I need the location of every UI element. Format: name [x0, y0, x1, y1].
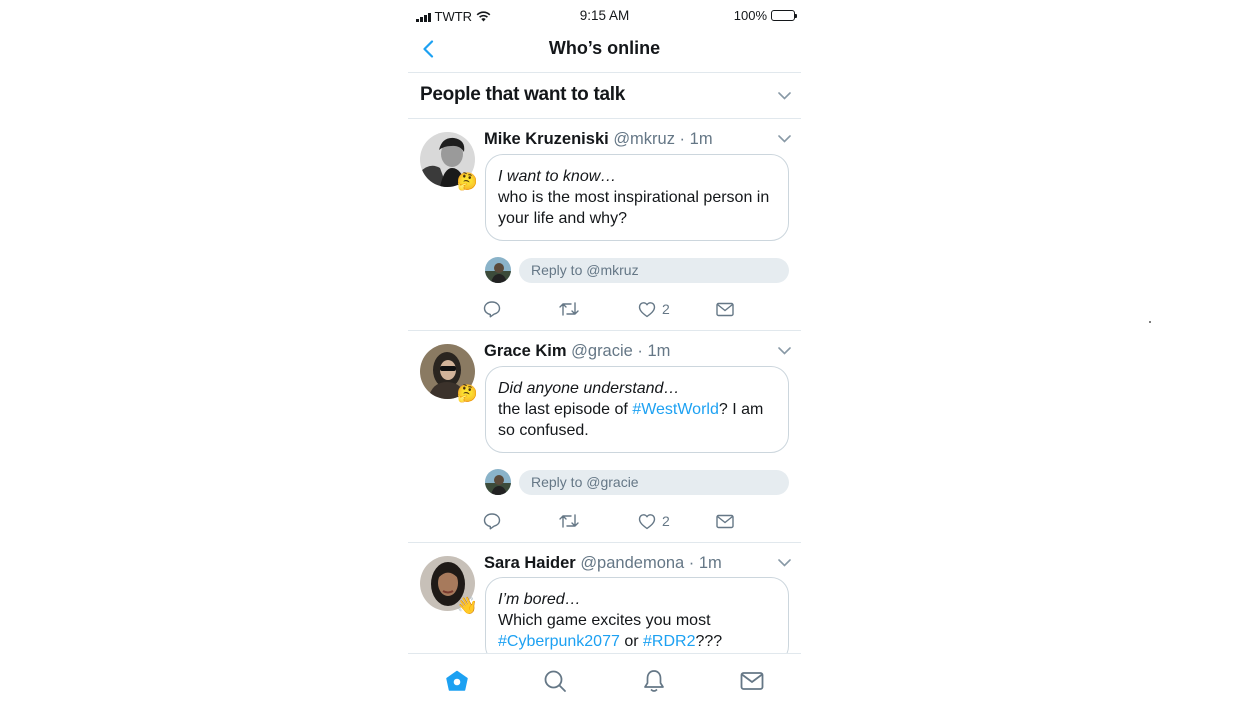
author-meta: @gracie · 1m	[571, 342, 671, 360]
like-count: 2	[662, 301, 670, 317]
chevron-down-icon	[777, 347, 791, 355]
prompt-bubble: I want to know… who is the most inspirat…	[485, 154, 789, 241]
prompt-bubble: Did anyone understand… the last episode …	[485, 366, 789, 453]
text-run: the last episode of	[498, 401, 633, 418]
retweet-icon	[559, 302, 579, 316]
chevron-down-icon	[777, 135, 791, 143]
tweet-menu[interactable]	[777, 344, 791, 358]
my-avatar	[485, 257, 511, 283]
nav-header: Who’s online	[408, 32, 801, 73]
heart-icon	[638, 513, 656, 529]
tab-messages[interactable]	[739, 668, 765, 694]
reply-button[interactable]	[483, 298, 501, 320]
avatar[interactable]: 👋	[420, 556, 478, 615]
author-meta: @pandemona · 1m	[580, 554, 722, 572]
text-run: who is the most inspirational person in …	[498, 189, 770, 227]
envelope-icon	[716, 302, 734, 316]
like-button[interactable]: 2	[638, 510, 670, 532]
reply-input[interactable]: Reply to @mkruz	[519, 258, 789, 283]
section-title: People that want to talk	[420, 84, 625, 105]
tweet-header: Sara Haider @pandemona · 1m	[484, 554, 722, 573]
page-title: Who’s online	[548, 38, 661, 58]
tweet-card[interactable]: 🤔 Mike Kruzeniski @mkruz · 1m I want to …	[408, 119, 801, 331]
author-name[interactable]: Grace Kim	[484, 342, 567, 360]
tweet-menu[interactable]	[777, 556, 791, 570]
status-bar: TWTR 9:15 AM 100%	[408, 0, 801, 32]
prompt-bubble: I’m bored… Which game excites you most #…	[485, 577, 789, 664]
reply-input[interactable]: Reply to @gracie	[519, 470, 789, 495]
retweet-button[interactable]	[559, 510, 579, 532]
mood-emoji: 👋	[456, 596, 478, 615]
my-avatar	[485, 469, 511, 495]
hashtag-link[interactable]: #RDR2	[643, 633, 695, 650]
mood-emoji: 🤔	[456, 384, 478, 403]
tab-home[interactable]	[444, 668, 470, 694]
envelope-icon	[740, 672, 764, 690]
home-icon	[446, 670, 468, 691]
envelope-icon	[716, 514, 734, 528]
prompt-text: I’m bored…	[498, 591, 581, 608]
prompt-text: I want to know…	[498, 168, 617, 185]
tweet-header: Mike Kruzeniski @mkruz · 1m	[484, 130, 713, 149]
tweet-menu[interactable]	[777, 132, 791, 146]
tweet-text: the last episode of #WestWorld? I am so …	[498, 401, 763, 439]
bell-icon	[644, 670, 664, 692]
reply-icon	[483, 513, 501, 530]
tab-notifications[interactable]	[641, 668, 667, 694]
dm-button[interactable]	[716, 510, 734, 532]
search-icon	[544, 670, 566, 692]
retweet-icon	[559, 514, 579, 528]
stray-dot	[1149, 321, 1151, 323]
like-count: 2	[662, 513, 670, 529]
tweet-header: Grace Kim @gracie · 1m	[484, 342, 670, 361]
reply-row: Reply to @mkruz	[485, 257, 789, 283]
hashtag-link[interactable]: #WestWorld	[632, 401, 719, 418]
reply-button[interactable]	[483, 510, 501, 532]
text-run: ???	[695, 633, 723, 650]
like-button[interactable]: 2	[638, 298, 670, 320]
tweet-text: Which game excites you most #Cyberpunk20…	[498, 612, 722, 650]
author-name[interactable]: Mike Kruzeniski	[484, 130, 609, 148]
section-chevron[interactable]	[777, 89, 791, 103]
retweet-button[interactable]	[559, 298, 579, 320]
chevron-down-icon	[777, 559, 791, 567]
tab-bar	[408, 653, 801, 708]
prompt-text: Did anyone understand…	[498, 380, 680, 397]
reply-icon	[483, 301, 501, 318]
text-run: or	[619, 633, 643, 650]
chevron-down-icon	[777, 92, 791, 100]
avatar[interactable]: 🤔	[420, 344, 478, 403]
author-meta: @mkruz · 1m	[613, 130, 713, 148]
mood-emoji: 🤔	[456, 172, 478, 191]
text-run: Which game excites you most	[498, 612, 711, 629]
tweet-text: who is the most inspirational person in …	[498, 189, 769, 227]
tab-search[interactable]	[542, 668, 568, 694]
battery-icon	[771, 10, 797, 21]
action-bar: 2	[408, 510, 801, 532]
dm-button[interactable]	[716, 298, 734, 320]
heart-icon	[638, 301, 656, 317]
tweet-card[interactable]: 🤔 Grace Kim @gracie · 1m Did anyone unde…	[408, 331, 801, 543]
section-header[interactable]: People that want to talk	[408, 73, 801, 119]
action-bar: 2	[408, 298, 801, 320]
hashtag-link[interactable]: #Cyberpunk2077	[498, 633, 620, 650]
status-right: 100%	[733, 8, 797, 23]
author-name[interactable]: Sara Haider	[484, 554, 576, 572]
app-screen: TWTR 9:15 AM 100% Who’s online People th…	[408, 0, 801, 708]
avatar[interactable]: 🤔	[420, 132, 478, 191]
reply-row: Reply to @gracie	[485, 469, 789, 495]
battery-percent: 100%	[733, 8, 767, 23]
